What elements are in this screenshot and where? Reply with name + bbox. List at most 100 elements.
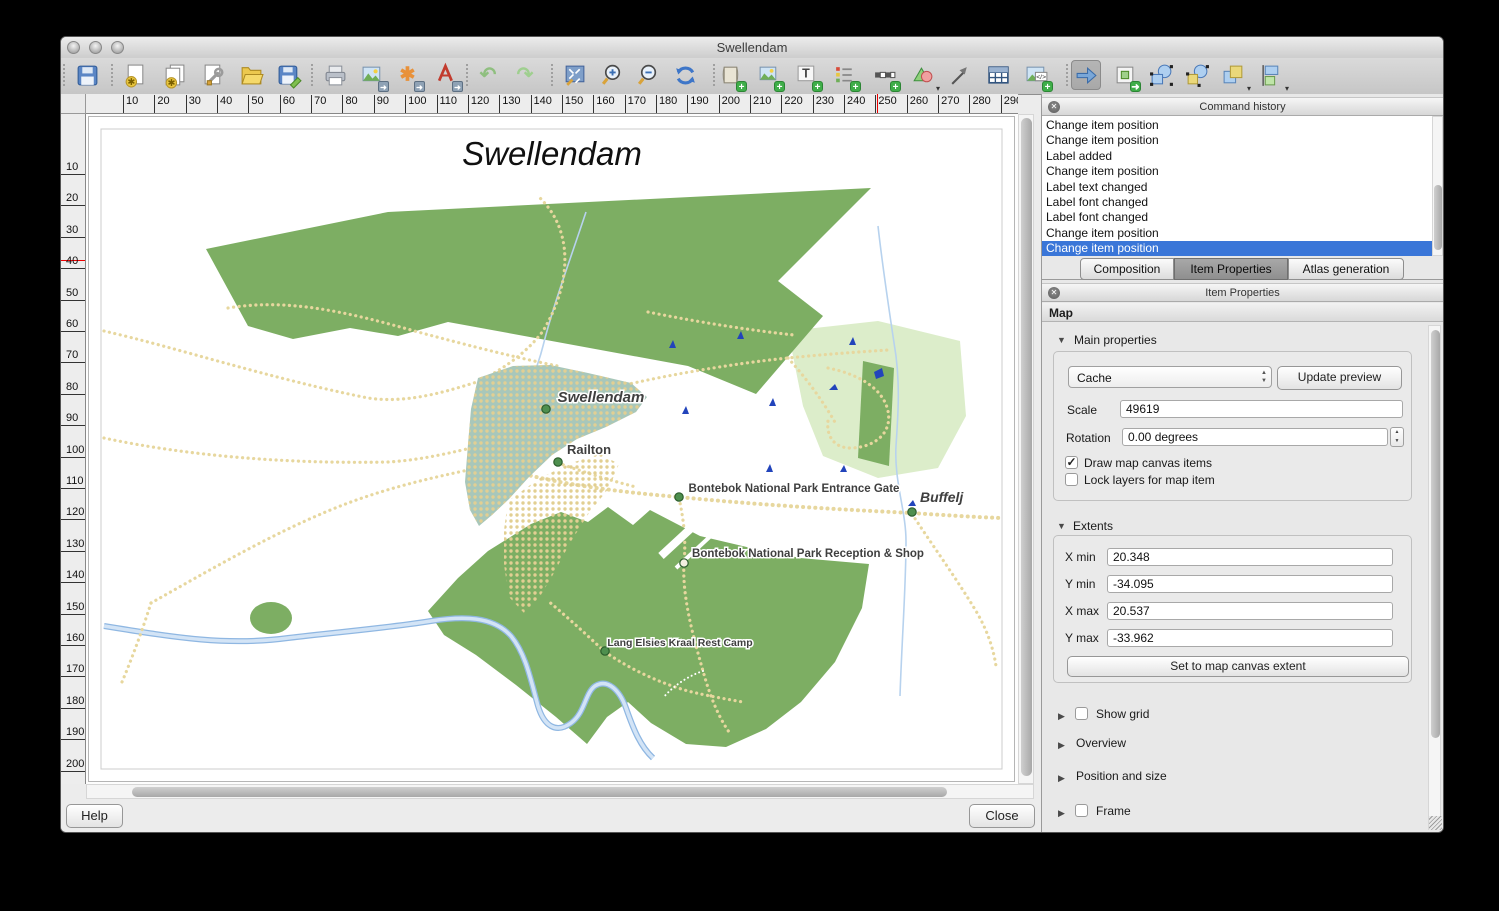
add-new-map-button[interactable]: + [716, 60, 746, 90]
tab-composition[interactable]: Composition [1080, 258, 1174, 280]
ruler-tick: 170 [625, 95, 646, 114]
svg-text:✱: ✱ [167, 77, 175, 87]
composer-page[interactable]: Swellendam Railton Bontebok National Par… [88, 116, 1015, 782]
ungroup-items-button[interactable] [1182, 60, 1212, 90]
ruler-tick: 180 [61, 695, 86, 709]
raise-selected-items-button[interactable]: ▾ [1218, 60, 1248, 90]
duplicate-composition-button[interactable]: ✱ [159, 60, 189, 90]
overview-collapse-toggle[interactable]: ▶ [1058, 740, 1065, 751]
ruler-tick: 130 [61, 538, 86, 552]
scale-input[interactable]: 49619 [1120, 400, 1403, 418]
save-project-button[interactable] [72, 60, 102, 90]
history-scrollbar-thumb[interactable] [1434, 185, 1442, 250]
ymin-input[interactable]: -34.095 [1107, 575, 1393, 593]
add-scalebar-button[interactable]: + [870, 60, 900, 90]
xmax-input[interactable]: 20.537 [1107, 602, 1393, 620]
redo-button[interactable]: ↷ [510, 60, 540, 90]
show-grid-collapse-toggle[interactable]: ▶ [1058, 711, 1065, 722]
select-move-item-button[interactable] [1071, 60, 1101, 90]
add-badge: + [736, 81, 747, 92]
composition-manager-button[interactable] [198, 60, 228, 90]
canvas-horizontal-scrollbar[interactable] [86, 784, 1034, 799]
tab-item-properties[interactable]: Item Properties [1174, 258, 1288, 280]
export-pdf-button[interactable]: ➜ [432, 60, 462, 90]
help-button[interactable]: Help [66, 804, 123, 828]
ruler-tick: 60 [280, 95, 295, 114]
raise-items-icon [1221, 63, 1246, 88]
properties-scrollbar[interactable] [1428, 325, 1441, 830]
move-item-content-button[interactable]: ➜ [1110, 60, 1140, 90]
frame-checkbox[interactable] [1075, 804, 1088, 817]
add-legend-button[interactable]: + [830, 60, 860, 90]
dropdown-caret: ▾ [1247, 84, 1251, 93]
map-label-entrance-gate: Bontebok National Park Entrance Gate [689, 483, 900, 495]
history-item[interactable]: Label font changed [1042, 210, 1433, 225]
zoom-out-button[interactable] [632, 60, 662, 90]
add-image-button[interactable]: + [754, 60, 784, 90]
rotation-spinner[interactable]: ▲▼ [1390, 427, 1404, 447]
composition-title-label[interactable]: Swellendam [352, 135, 752, 173]
print-icon [323, 63, 348, 88]
add-attribute-table-button[interactable] [983, 60, 1013, 90]
cache-mode-dropdown[interactable]: Cache ▲▼ [1068, 366, 1272, 388]
group-items-button[interactable] [1146, 60, 1176, 90]
canvas-vertical-scrollbar[interactable] [1018, 114, 1034, 784]
export-svg-button[interactable]: ✱➜ [394, 60, 424, 90]
zoom-in-button[interactable] [596, 60, 626, 90]
history-item[interactable]: Change item position [1042, 164, 1433, 179]
refresh-view-button[interactable] [670, 60, 700, 90]
new-composition-button[interactable]: ✱ [120, 60, 150, 90]
history-item[interactable]: Change item position [1042, 241, 1433, 256]
composer-canvas[interactable]: Swellendam Railton Bontebok National Par… [86, 114, 1018, 784]
properties-scrollbar-thumb[interactable] [1431, 330, 1440, 738]
align-selected-items-button[interactable]: ▾ [1256, 60, 1286, 90]
lock-layers-checkbox[interactable] [1065, 473, 1078, 486]
add-arrow-button[interactable] [944, 60, 974, 90]
move-badge: ➜ [1130, 81, 1141, 92]
history-item[interactable]: Label font changed [1042, 195, 1433, 210]
history-item[interactable]: Change item position [1042, 226, 1433, 241]
item-properties-header: ✕ Item Properties [1042, 283, 1443, 302]
tab-atlas-generation[interactable]: Atlas generation [1288, 258, 1404, 280]
history-item[interactable]: Change item position [1042, 133, 1433, 148]
draw-map-canvas-items-checkbox[interactable]: ✓ [1065, 456, 1078, 469]
print-button[interactable] [320, 60, 350, 90]
extents-collapse-toggle[interactable]: ▼ [1057, 521, 1066, 531]
add-label-button[interactable]: T+ [792, 60, 822, 90]
title-bar[interactable]: Swellendam [61, 37, 1443, 59]
ungroup-items-icon [1185, 63, 1210, 88]
map-item[interactable]: Swellendam Railton Bontebok National Par… [88, 116, 1015, 782]
load-from-template-button[interactable] [236, 60, 266, 90]
position-size-collapse-toggle[interactable]: ▶ [1058, 773, 1065, 784]
history-scrollbar[interactable] [1432, 116, 1443, 256]
ruler-tick: 20 [61, 192, 86, 206]
add-html-button[interactable]: </>+ [1022, 60, 1052, 90]
frame-collapse-toggle[interactable]: ▶ [1058, 808, 1065, 819]
export-arrow-badge: ➜ [452, 81, 463, 92]
save-as-template-button[interactable] [274, 60, 304, 90]
canvas-vertical-scrollbar-thumb[interactable] [1021, 118, 1032, 776]
zoom-full-button[interactable] [559, 60, 589, 90]
map-label-railton: Railton [567, 442, 611, 457]
main-properties-collapse-toggle[interactable]: ▼ [1057, 335, 1066, 345]
position-size-label: Position and size [1076, 769, 1167, 783]
export-image-button[interactable]: ➜ [358, 60, 388, 90]
add-shape-button[interactable]: ▾ [907, 60, 937, 90]
history-item[interactable]: Label added [1042, 149, 1433, 164]
close-button[interactable]: Close [969, 804, 1035, 828]
ruler-vertical: 1020304050607080901001101201301401501601… [61, 114, 86, 784]
update-preview-button[interactable]: Update preview [1277, 366, 1402, 390]
undo-button[interactable]: ↶ [473, 60, 503, 90]
canvas-horizontal-scrollbar-thumb[interactable] [132, 787, 947, 797]
ymax-input[interactable]: -33.962 [1107, 629, 1393, 647]
window-resize-grip[interactable] [1429, 816, 1442, 830]
history-item[interactable]: Label text changed [1042, 180, 1433, 195]
xmin-input[interactable]: 20.348 [1107, 548, 1393, 566]
ruler-tick: 270 [938, 95, 959, 114]
ruler-tick: 120 [468, 95, 489, 114]
history-item[interactable]: Change item position [1042, 118, 1433, 133]
rotation-input[interactable]: 0.00 degrees [1122, 428, 1388, 446]
command-history-list[interactable]: Change item positionChange item position… [1042, 116, 1433, 256]
set-to-map-canvas-extent-button[interactable]: Set to map canvas extent [1067, 656, 1409, 677]
show-grid-checkbox[interactable] [1075, 707, 1088, 720]
